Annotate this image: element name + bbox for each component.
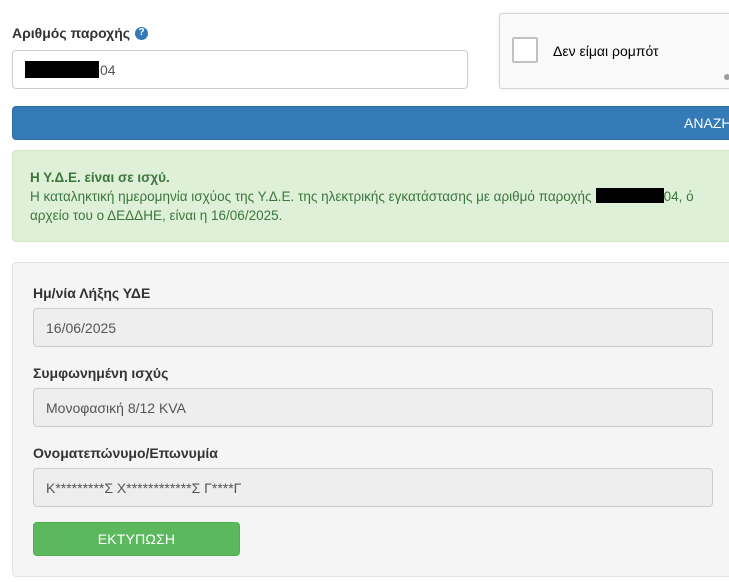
expiry-date-value: 16/06/2025 [46,319,117,336]
agreed-power-value: Μονοφασική 8/12 KVA [46,399,186,416]
supply-number-label-text: Αριθμός παροχής [12,25,131,41]
full-name-value: Κ*********Σ Χ************Σ Γ****Γ [46,479,242,496]
redacted-block [595,188,664,203]
supply-number-suffix: 04 [100,61,116,78]
supply-number-input[interactable]: 04 [12,50,468,89]
print-button[interactable]: ΕΚΤΥΠΩΣΗ [33,522,240,556]
recaptcha-checkbox[interactable] [512,37,538,63]
full-name-label: Ονοματεπώνυμο/Επωνυμία [33,445,218,461]
agreed-power-field: Μονοφασική 8/12 KVA [33,388,713,427]
search-button-label: ΑΝΑΖΗ [684,115,729,131]
alert-title: Η Υ.Δ.Ε. είναι σε ισχύ. [30,170,170,185]
question-circle-icon[interactable]: ? [135,26,149,40]
expiry-date-label: Ημ/νία Λήξης ΥΔΕ [33,285,151,301]
success-alert: Η Υ.Δ.Ε. είναι σε ισχύ. Η καταληκτική ημ… [12,150,729,242]
alert-line-1-suffix: 04, ό [663,189,694,204]
alert-line-1: Η καταληκτική ημερομηνία ισχύος της Υ.Δ.… [30,187,729,206]
expiry-date-field: 16/06/2025 [33,308,713,347]
redacted-block [25,61,99,78]
recaptcha-logo-icon [724,74,729,80]
supply-number-label: Αριθμός παροχής ? [12,25,149,41]
details-panel: Ημ/νία Λήξης ΥΔΕ 16/06/2025 Συμφωνημένη … [12,262,729,577]
alert-line-1-text: Η καταληκτική ημερομηνία ισχύος της Υ.Δ.… [30,189,592,204]
agreed-power-label: Συμφωνημένη ισχύς [33,365,169,381]
full-name-field: Κ*********Σ Χ************Σ Γ****Γ [33,468,713,507]
search-button[interactable]: ΑΝΑΖΗ [12,106,729,140]
recaptcha-label: Δεν είμαι ρομπότ [553,43,659,59]
alert-line-2: αρχείο του ο ΔΕΔΔΗΕ, είναι η 16/06/2025. [30,208,283,223]
print-button-label: ΕΚΤΥΠΩΣΗ [97,531,176,547]
recaptcha-widget: Δεν είμαι ρομπότ [499,13,729,89]
